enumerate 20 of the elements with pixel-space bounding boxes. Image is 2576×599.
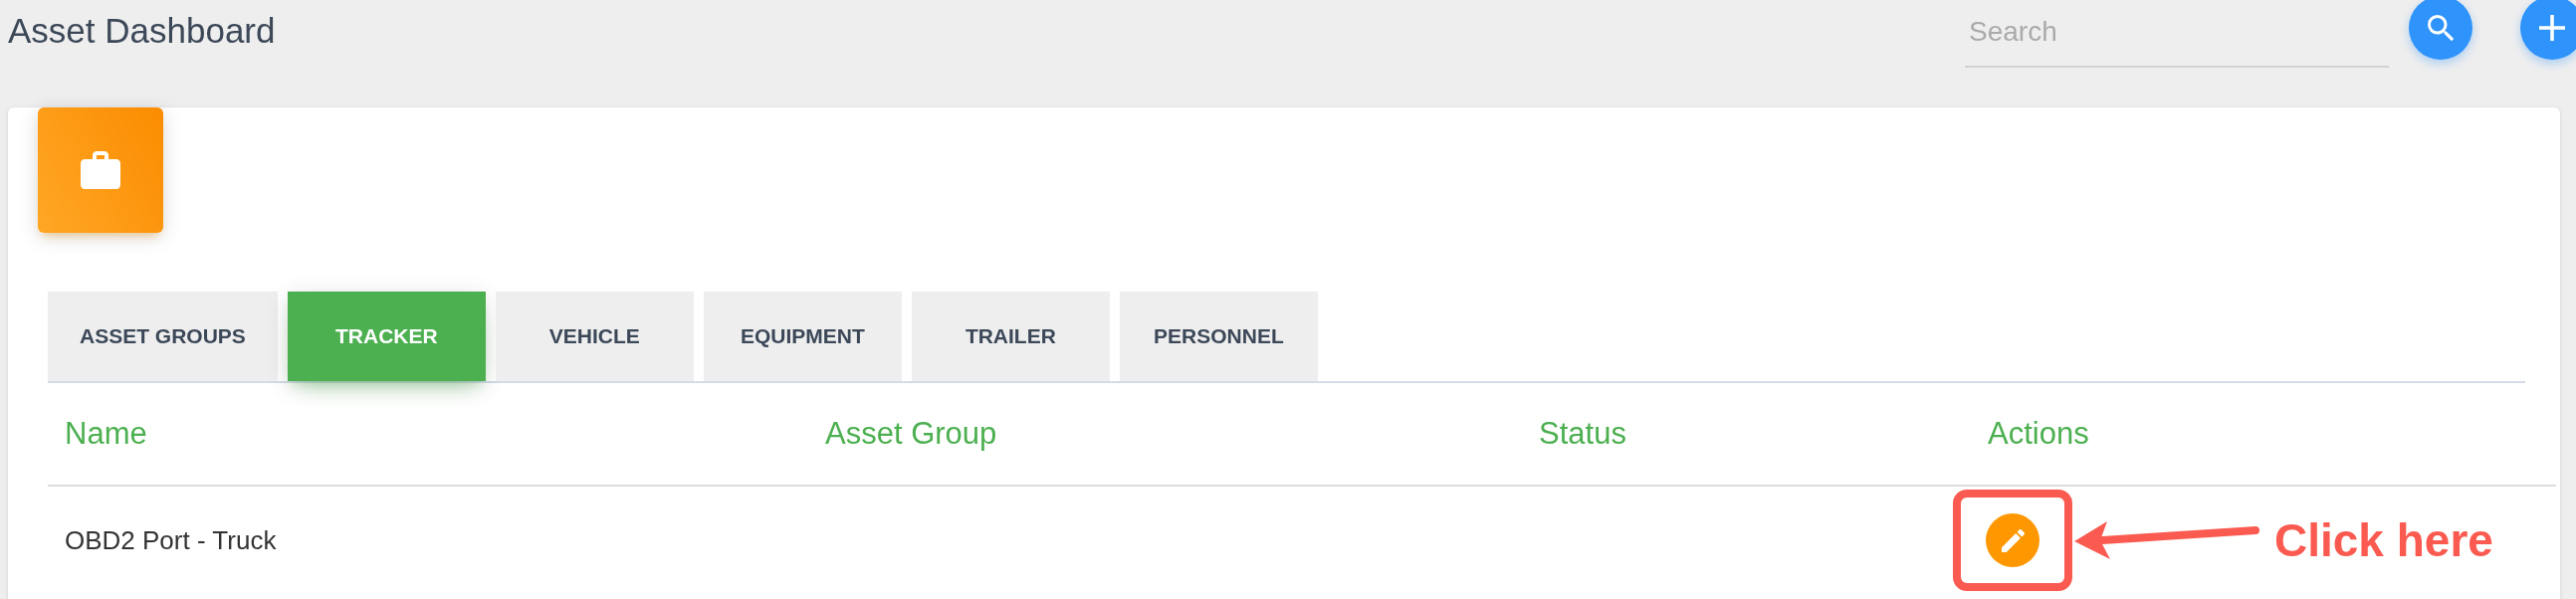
tab[interactable]: PERSONNEL <box>1119 292 1318 381</box>
callout-label: Click here <box>2274 513 2493 567</box>
tab[interactable]: EQUIPMENT <box>703 292 902 381</box>
tab[interactable]: VEHICLE <box>495 292 694 381</box>
table-cell: OBD2 Port - Truck <box>65 524 277 556</box>
add-button[interactable] <box>2520 0 2576 60</box>
search-button[interactable] <box>2409 0 2472 60</box>
search-field[interactable]: Search <box>1965 12 2389 68</box>
column-header: Asset Group <box>825 416 997 452</box>
search-icon <box>2427 14 2455 42</box>
page-title: Asset Dashboard <box>7 10 276 51</box>
edit-button[interactable] <box>1986 513 2039 567</box>
column-header: Actions <box>1988 416 2089 452</box>
pencil-icon <box>2001 528 2025 552</box>
column-header: Status <box>1539 416 1626 452</box>
tab[interactable]: TRAILER <box>911 292 1110 381</box>
tab[interactable]: ASSET GROUPS <box>48 292 278 381</box>
briefcase-icon <box>81 151 120 189</box>
column-header: Name <box>65 416 147 452</box>
plus-icon <box>2539 15 2565 41</box>
